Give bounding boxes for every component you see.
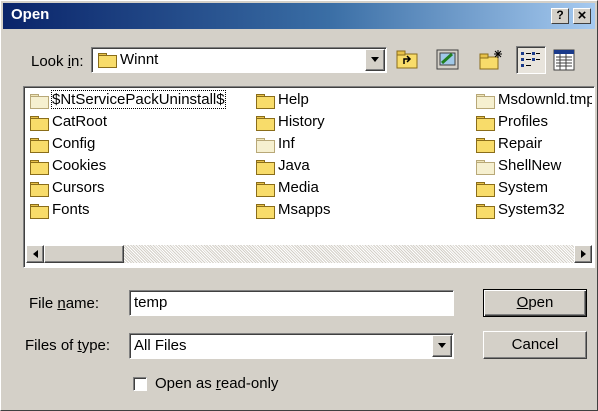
folder-icon [30,160,49,175]
chevron-down-icon [438,343,446,348]
file-type-dropdown[interactable]: All Files [129,333,454,359]
folder-icon [30,116,49,131]
up-one-level-icon [396,50,418,69]
desktop-icon [436,49,459,70]
chevron-right-icon [580,250,586,258]
folder-icon [30,182,49,197]
horizontal-scrollbar[interactable] [26,245,592,263]
chevron-left-icon [32,250,38,258]
file-type-dropdown-arrow[interactable] [432,335,452,357]
list-view-icon [521,52,540,67]
help-button[interactable]: ? [551,8,569,24]
open-button[interactable]: Open [483,289,587,317]
file-name-value: temp [134,294,168,311]
file-column-3: Msdownld.tmp Profiles Repair ShellNew Sy… [476,87,592,227]
folder-icon [256,160,275,175]
desktop-button[interactable] [434,47,462,73]
new-folder-button[interactable] [477,47,505,73]
scroll-right-button[interactable] [574,245,592,263]
look-in-label: Look in: [31,53,84,70]
scroll-left-button[interactable] [26,245,44,263]
folder-icon [256,138,275,153]
folder-icon [256,204,275,219]
close-button[interactable]: × [573,8,591,24]
window-title: Open [11,6,50,23]
cancel-button[interactable]: Cancel [483,331,587,359]
file-list[interactable]: $NtServicePackUninstall$ CatRoot Config … [23,86,595,268]
details-view-icon [553,49,575,71]
folder-icon [476,116,495,131]
folder-icon [256,116,275,131]
read-only-label[interactable]: Open as read-only [155,375,278,392]
folder-icon [30,204,49,219]
read-only-checkbox[interactable] [133,377,147,391]
folder-icon [256,182,275,197]
scrollbar-thumb[interactable] [44,245,124,263]
file-type-label: Files of type: [25,337,111,354]
folder-icon [98,53,117,68]
details-view-button[interactable] [550,47,578,73]
file-name-input[interactable]: temp [129,290,454,316]
title-bar[interactable]: Open ? × [3,3,595,29]
folder-icon [476,138,495,153]
folder-icon [476,94,495,109]
new-folder-icon [479,50,502,70]
look-in-dropdown-arrow[interactable] [365,49,385,71]
up-one-level-button[interactable] [393,47,421,73]
folder-icon [30,138,49,153]
folder-icon [256,94,275,109]
file-type-value: All Files [134,337,187,354]
list-view-button[interactable] [516,46,546,74]
folder-icon [476,182,495,197]
open-dialog: Open ? × Look in: Winnt $NtServicePackUn… [0,0,598,411]
file-name-label: File name: [29,295,100,312]
folder-icon [30,94,49,109]
folder-icon [476,160,495,175]
look-in-value: Winnt [120,51,159,68]
chevron-down-icon [371,57,379,62]
look-in-dropdown[interactable]: Winnt [91,47,387,73]
folder-icon [476,204,495,219]
